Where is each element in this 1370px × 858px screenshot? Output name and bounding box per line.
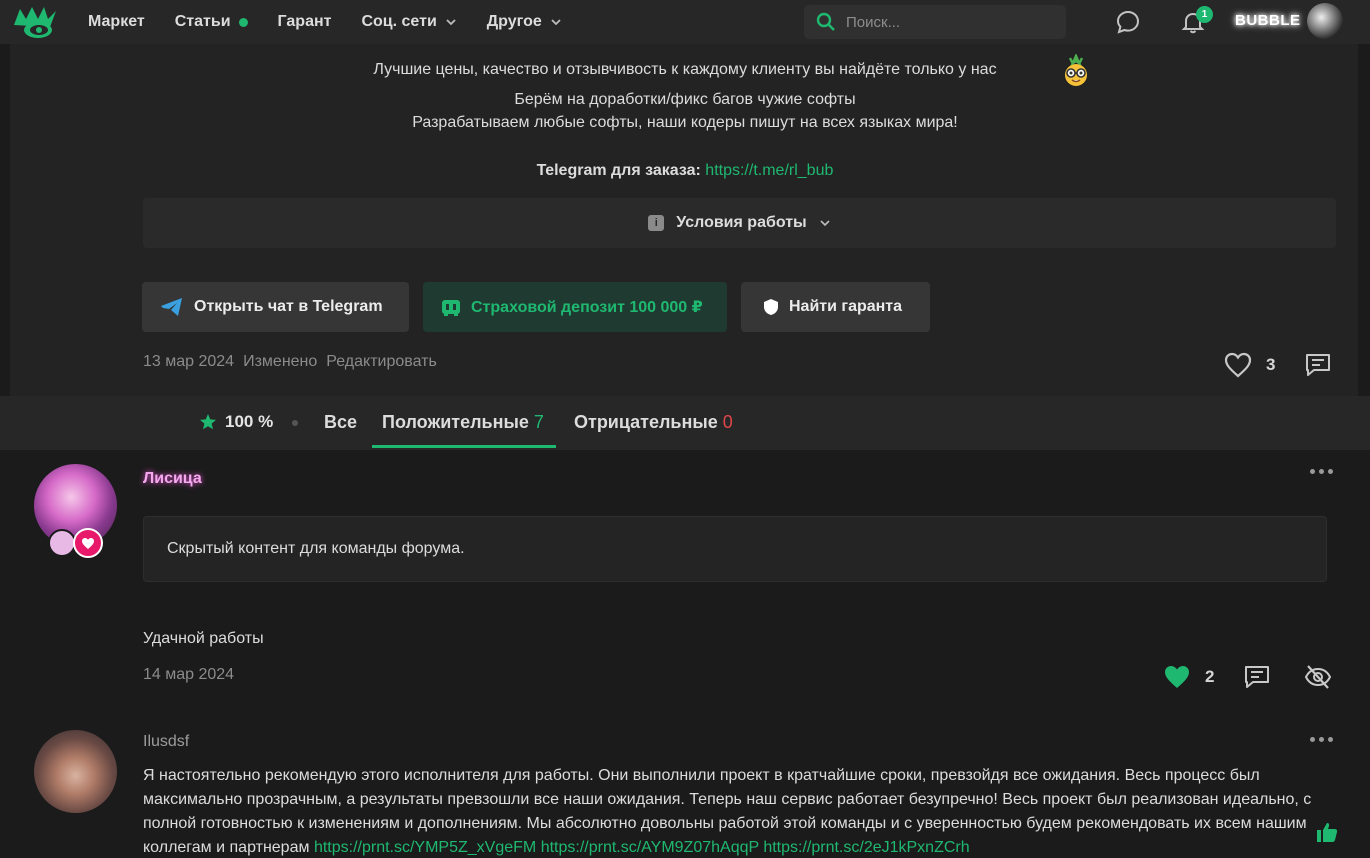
nav-other-label: Другое: [486, 13, 542, 30]
open-telegram-chat-label: Открыть чат в Telegram: [194, 298, 383, 315]
nav-guarantor-label: Гарант: [277, 13, 332, 30]
nav-guarantor[interactable]: Гарант: [278, 13, 332, 31]
notification-badge: 1: [1196, 6, 1213, 23]
nav-articles-label: Статьи: [174, 13, 231, 30]
review-link[interactable]: https://prnt.sc/YMP5Z_xVgeFM: [314, 839, 536, 856]
nav-market-label: Маркет: [88, 13, 145, 30]
edit-post-link[interactable]: Редактировать: [326, 353, 437, 371]
telegram-label: Telegram для заказа:: [536, 162, 701, 179]
dot: [1310, 469, 1315, 474]
site-logo-icon[interactable]: [12, 3, 58, 41]
review-link[interactable]: https://prnt.sc/2eJ1kPxnZCrh: [763, 839, 969, 856]
more-options-button[interactable]: [1310, 737, 1334, 745]
tab-negative-label: Отрицательные: [574, 412, 718, 432]
heart-outline-icon: [1224, 352, 1252, 378]
dot: [1319, 737, 1324, 742]
nav-social[interactable]: Соц. сети: [361, 13, 456, 31]
chevron-down-icon: [820, 220, 830, 227]
nav-articles[interactable]: Статьи: [175, 13, 248, 31]
star-icon: [200, 414, 216, 430]
thumbs-up-icon[interactable]: [1315, 820, 1339, 844]
comment-icon[interactable]: [1304, 351, 1332, 379]
comment-icon[interactable]: [1243, 663, 1271, 691]
insurance-deposit-label: Страховой депозит 100 000 ₽: [471, 299, 703, 316]
deposit-icon: [442, 300, 460, 316]
new-indicator-dot: [238, 17, 248, 27]
telegram-icon: [161, 298, 182, 316]
dot: [1328, 737, 1333, 742]
heart-icon: [82, 537, 94, 549]
insurance-deposit-button[interactable]: Страховой депозит 100 000 ₽: [423, 282, 727, 332]
pineapple-nerd-emoji-icon: [1065, 54, 1087, 86]
username-label[interactable]: BUBBLE: [1235, 12, 1301, 29]
review-likes[interactable]: 2: [1163, 664, 1214, 690]
post-text-line: Лучшие цены, качество и отзывчивость к к…: [373, 61, 997, 78]
search-input[interactable]: [846, 13, 1056, 31]
find-guarantor-button[interactable]: Найти гаранта: [741, 282, 930, 332]
post-date: 13 мар 2024: [143, 353, 235, 370]
post-text-line: Берём на доработки/фикс багов чужие софт…: [514, 91, 856, 108]
eye-off-icon[interactable]: [1304, 663, 1332, 691]
negative-count: 0: [722, 412, 733, 432]
tab-all[interactable]: Все: [324, 412, 357, 433]
chevron-down-icon: [446, 19, 456, 26]
post-edited-label: Изменено: [243, 353, 318, 370]
chat-bubble-icon[interactable]: [1115, 9, 1141, 35]
reviewer-name[interactable]: Ilusdsf: [143, 733, 189, 751]
review-text: Удачной работы: [143, 630, 264, 647]
more-options-button[interactable]: [1310, 469, 1334, 477]
main-nav: Маркет Статьи Гарант Соц. сети Другое: [88, 0, 562, 44]
nav-social-label: Соц. сети: [361, 13, 437, 30]
user-avatar[interactable]: [1307, 3, 1343, 39]
tab-positive-label: Положительные: [382, 412, 529, 432]
hidden-content-text: Скрытый контент для команды форума.: [167, 540, 465, 557]
heart-badge: [73, 528, 103, 558]
reviewer-avatar[interactable]: [34, 730, 117, 813]
open-telegram-chat-button[interactable]: Открыть чат в Telegram: [142, 282, 409, 332]
post-likes[interactable]: 3: [1224, 352, 1275, 378]
tab-positive[interactable]: Положительные 7: [382, 412, 544, 433]
active-tab-underline: [372, 445, 556, 448]
nav-other[interactable]: Другое: [487, 13, 562, 31]
positive-count: 7: [533, 412, 544, 432]
post-meta: 13 мар 2024 Изменено Редактировать: [143, 353, 437, 371]
dot: [1328, 469, 1333, 474]
telegram-link[interactable]: https://t.me/rl_bub: [705, 162, 833, 179]
nav-market[interactable]: Маркет: [88, 13, 145, 31]
reviewer-name[interactable]: Лисица: [143, 470, 202, 488]
work-conditions-label: Условия работы: [676, 214, 807, 231]
hidden-content-box: Скрытый контент для команды форума.: [143, 516, 1327, 582]
find-guarantor-label: Найти гаранта: [789, 298, 903, 315]
heart-filled-icon: [1165, 666, 1189, 688]
review-date: 14 мар 2024: [143, 666, 235, 683]
tab-all-label: Все: [324, 412, 358, 432]
top-navigation-bar: Маркет Статьи Гарант Соц. сети Другое 1 …: [0, 0, 1370, 44]
dot: [1310, 737, 1315, 742]
review-text: Я настоятельно рекомендую этого исполнит…: [143, 764, 1338, 858]
telegram-contact-line: Telegram для заказа: https://t.me/rl_bub: [0, 162, 1370, 180]
work-conditions-toggle[interactable]: i Условия работы: [143, 198, 1336, 248]
post-likes-count: 3: [1266, 355, 1276, 374]
search-icon: [816, 12, 835, 31]
info-icon: i: [648, 215, 665, 231]
separator-dot: [292, 420, 298, 426]
shield-icon: [764, 299, 778, 315]
tab-negative[interactable]: Отрицательные 0: [574, 412, 733, 433]
post-text-line: Разрабатываем любые софты, наши кодеры п…: [412, 114, 958, 131]
rating-summary: 100 %: [199, 412, 273, 432]
dot: [1319, 469, 1324, 474]
review-likes-count: 2: [1205, 667, 1215, 686]
search-box[interactable]: [804, 5, 1066, 39]
rating-percent: 100 %: [225, 412, 274, 431]
chevron-down-icon: [551, 19, 561, 26]
review-link[interactable]: https://prnt.sc/AYM9Z07hAqqP: [541, 839, 759, 856]
user-badge-circle: [48, 529, 76, 557]
